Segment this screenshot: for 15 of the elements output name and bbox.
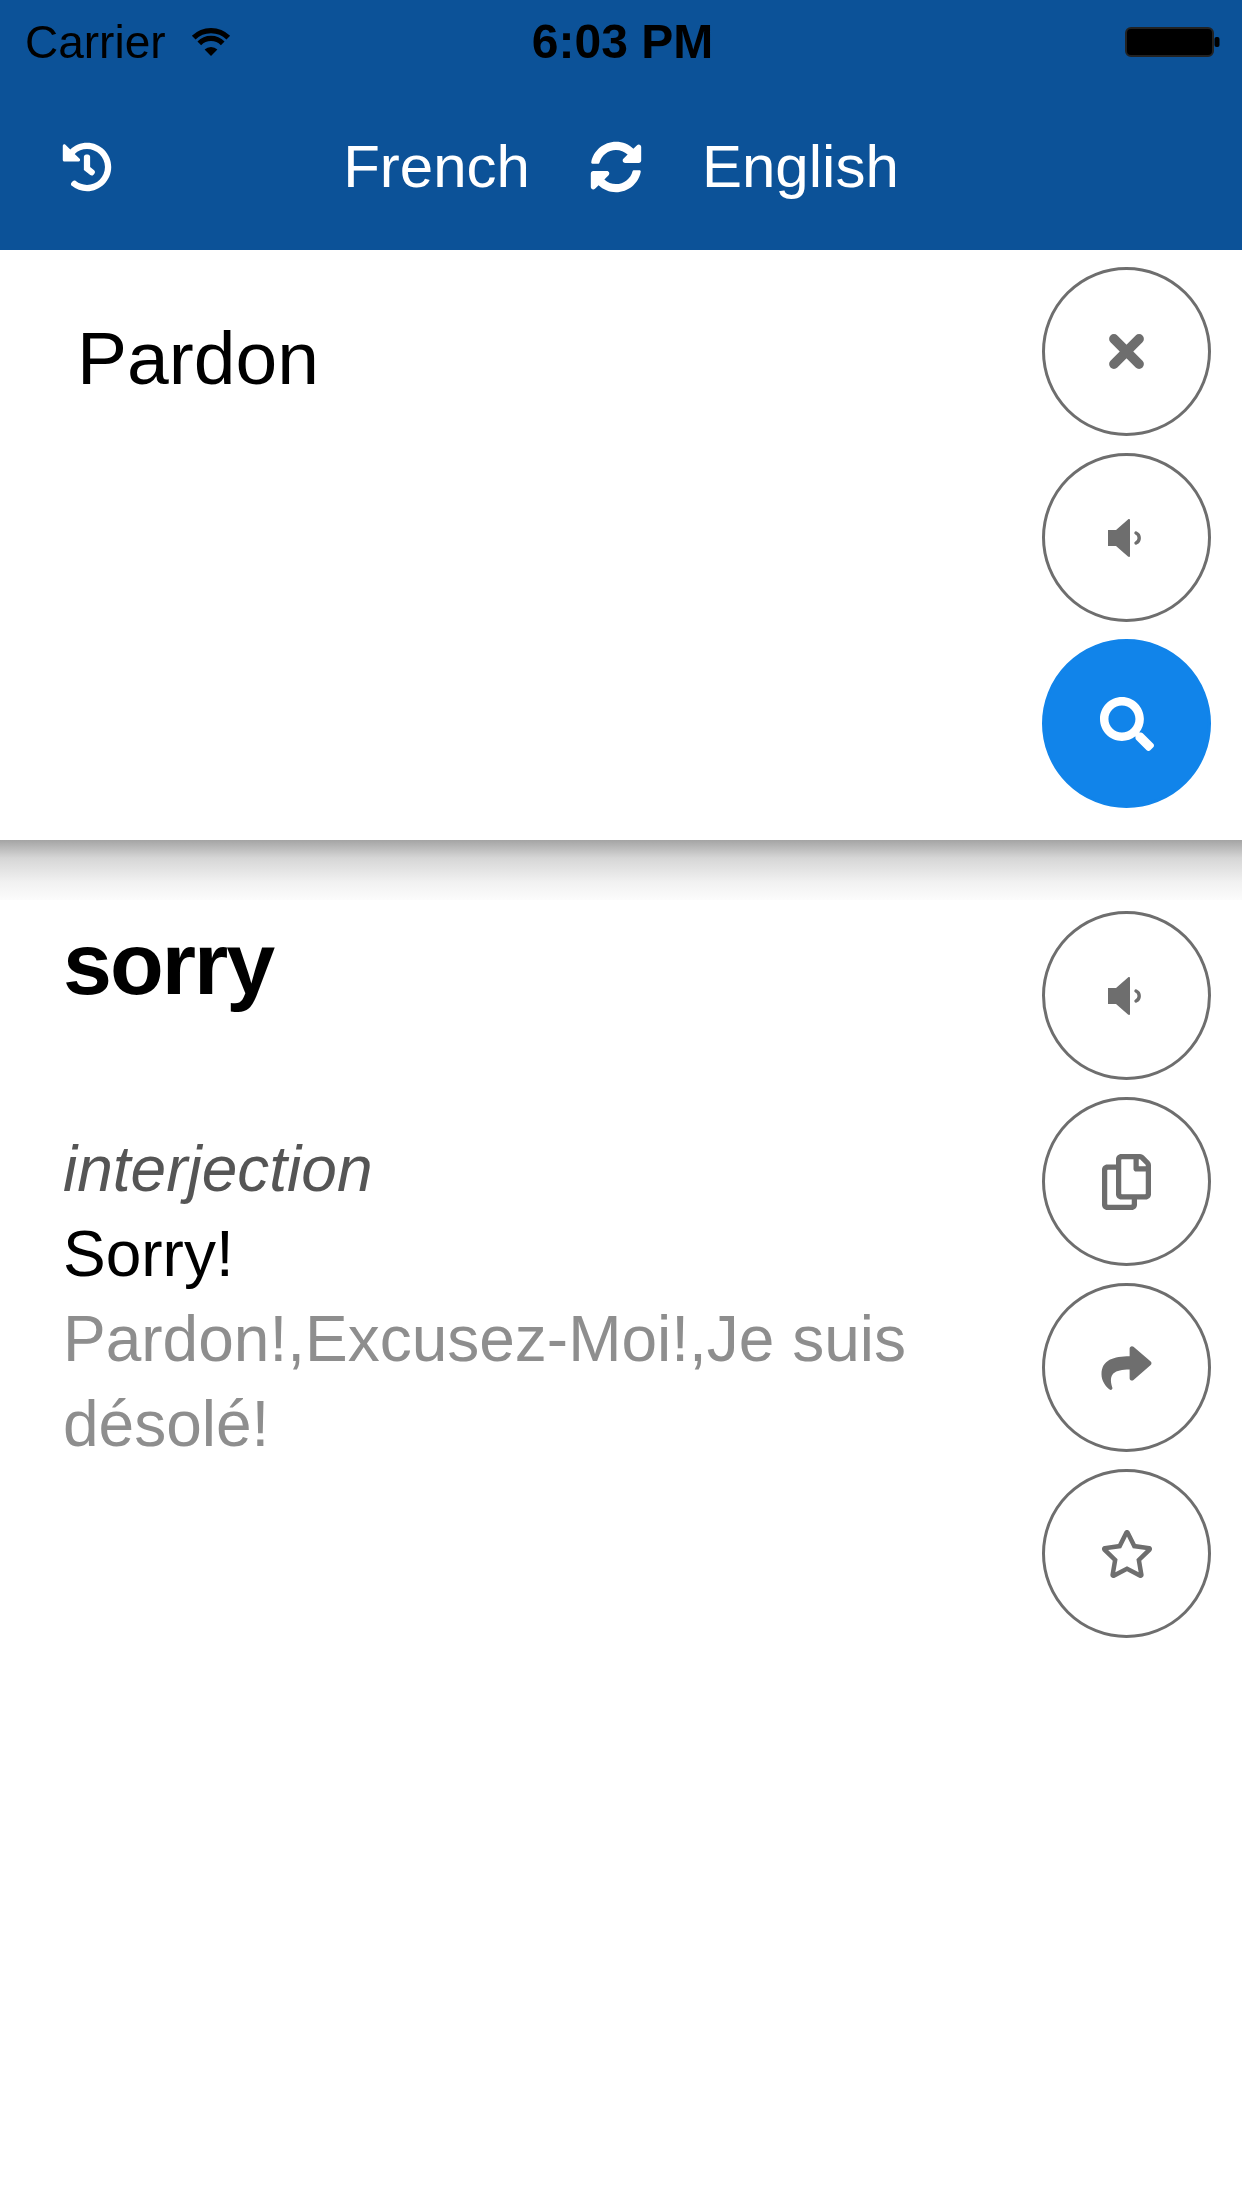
search-icon: [1099, 696, 1154, 751]
star-icon: [1099, 1529, 1154, 1578]
synonyms-text: Pardon!,Excusez-Moi!,Je suis désolé!: [63, 1302, 907, 1462]
target-language-button[interactable]: English: [701, 134, 899, 200]
carrier-text: Carrier: [25, 19, 166, 65]
copy-icon: [1102, 1153, 1151, 1210]
battery-icon: [1125, 27, 1220, 57]
close-icon: [1108, 333, 1145, 370]
source-language-button[interactable]: French: [343, 134, 530, 200]
input-field[interactable]: Pardon: [77, 267, 1022, 810]
history-icon[interactable]: [62, 142, 112, 192]
part-of-speech-text: interjection: [63, 1132, 374, 1207]
translation-text: Sorry!: [63, 1217, 235, 1292]
swap-arrows-icon[interactable]: [589, 141, 642, 193]
clock-text: 6:03 PM: [531, 18, 714, 66]
